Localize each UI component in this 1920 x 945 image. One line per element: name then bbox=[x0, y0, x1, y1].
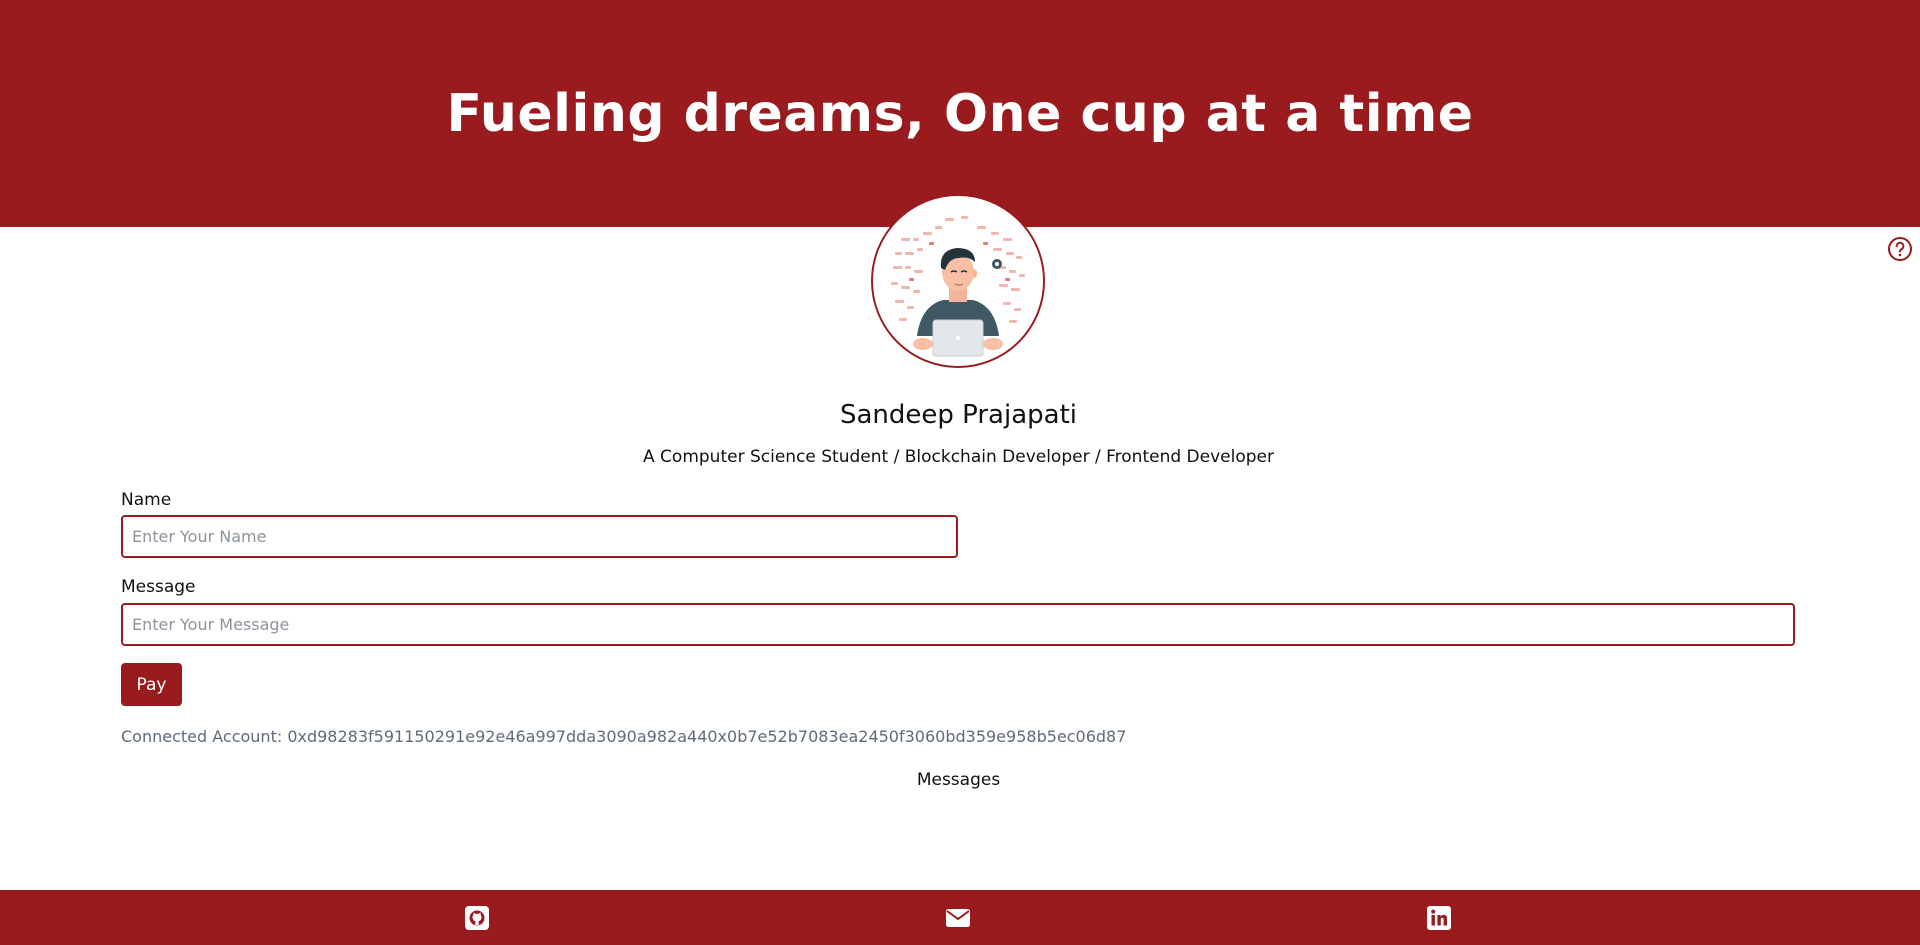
name-input[interactable] bbox=[121, 515, 958, 558]
profile-bio: A Computer Science Student / Blockchain … bbox=[643, 447, 1274, 467]
message-field-label: Message bbox=[121, 577, 196, 597]
connected-account: Connected Account: 0xd98283f591150291e92… bbox=[121, 727, 1127, 746]
messages-heading: Messages bbox=[916, 770, 1001, 790]
pay-button[interactable]: Pay bbox=[121, 663, 182, 706]
github-icon[interactable] bbox=[464, 905, 490, 931]
message-input[interactable] bbox=[121, 603, 1795, 646]
profile-avatar bbox=[871, 194, 1045, 368]
linkedin-icon[interactable] bbox=[1426, 905, 1452, 931]
profile-name: Sandeep Prajapati bbox=[839, 400, 1078, 430]
name-field-label: Name bbox=[121, 490, 172, 510]
help-icon[interactable] bbox=[1887, 236, 1913, 262]
hero-banner: Fueling dreams, One cup at a time bbox=[0, 0, 1920, 227]
footer bbox=[0, 890, 1920, 945]
mail-icon[interactable] bbox=[945, 905, 971, 931]
